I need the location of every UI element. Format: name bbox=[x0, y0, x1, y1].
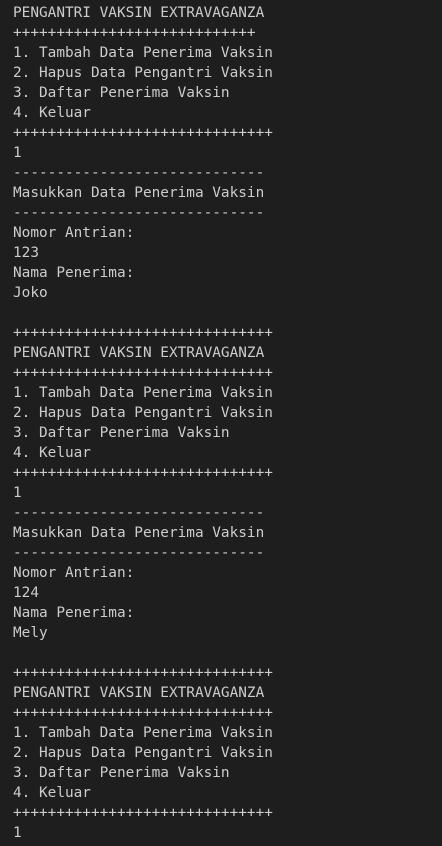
terminal-line: 4. Keluar bbox=[13, 445, 91, 461]
terminal-line: PENGANTRI VAKSIN EXTRAVAGANZA bbox=[13, 5, 265, 21]
terminal-line: Mely bbox=[13, 625, 48, 641]
terminal-line: Masukkan Data Penerima Vaksin bbox=[13, 525, 265, 541]
terminal-line: ++++++++++++++++++++++++++++++ bbox=[13, 325, 273, 341]
terminal-line: ----------------------------- bbox=[13, 165, 265, 181]
terminal-line: Nomor Antrian: bbox=[13, 225, 135, 241]
terminal-line: 3. Daftar Penerima Vaksin bbox=[13, 425, 230, 441]
terminal-line: 3. Daftar Penerima Vaksin bbox=[13, 765, 230, 781]
terminal-line: ++++++++++++++++++++++++++++++ bbox=[13, 365, 273, 381]
terminal-line: 2. Hapus Data Pengantri Vaksin bbox=[13, 65, 273, 81]
terminal-line: ----------------------------- bbox=[13, 505, 265, 521]
terminal-line: 1 bbox=[13, 145, 22, 161]
terminal-line: PENGANTRI VAKSIN EXTRAVAGANZA bbox=[13, 345, 265, 361]
terminal-line: 1. Tambah Data Penerima Vaksin bbox=[13, 725, 273, 741]
terminal-line: 4. Keluar bbox=[13, 785, 91, 801]
terminal-line: ++++++++++++++++++++++++++++++ bbox=[13, 705, 273, 721]
terminal-line: 1. Tambah Data Penerima Vaksin bbox=[13, 385, 273, 401]
terminal-line: ++++++++++++++++++++++++++++ bbox=[13, 25, 256, 41]
terminal-line: 3. Daftar Penerima Vaksin bbox=[13, 85, 230, 101]
terminal-line: ----------------------------- bbox=[13, 545, 265, 561]
terminal-line: Joko bbox=[13, 285, 48, 301]
terminal-line: ----------------------------- bbox=[13, 205, 265, 221]
terminal-line: 1. Tambah Data Penerima Vaksin bbox=[13, 45, 273, 61]
terminal-line: Masukkan Data Penerima Vaksin bbox=[13, 185, 265, 201]
terminal-line: ++++++++++++++++++++++++++++++ bbox=[13, 465, 273, 481]
terminal-output[interactable]: PENGANTRI VAKSIN EXTRAVAGANZA +++++++++++… bbox=[0, 0, 442, 846]
terminal-line: PENGANTRI VAKSIN EXTRAVAGANZA bbox=[13, 685, 265, 701]
terminal-line: ++++++++++++++++++++++++++++++ bbox=[13, 805, 273, 821]
terminal-line: 2. Hapus Data Pengantri Vaksin bbox=[13, 405, 273, 421]
terminal-line: Nama Penerima: bbox=[13, 265, 135, 281]
terminal-line: 4. Keluar bbox=[13, 105, 91, 121]
terminal-line: 123 bbox=[13, 245, 39, 261]
terminal-line: 1 bbox=[13, 485, 22, 501]
terminal-line: ++++++++++++++++++++++++++++++ bbox=[13, 125, 273, 141]
terminal-line: Nomor Antrian: bbox=[13, 565, 135, 581]
terminal-line: 1 bbox=[13, 825, 22, 841]
terminal-line: ++++++++++++++++++++++++++++++ bbox=[13, 665, 273, 681]
terminal-line: 2. Hapus Data Pengantri Vaksin bbox=[13, 745, 273, 761]
terminal-line: Nama Penerima: bbox=[13, 605, 135, 621]
terminal-line: 124 bbox=[13, 585, 39, 601]
